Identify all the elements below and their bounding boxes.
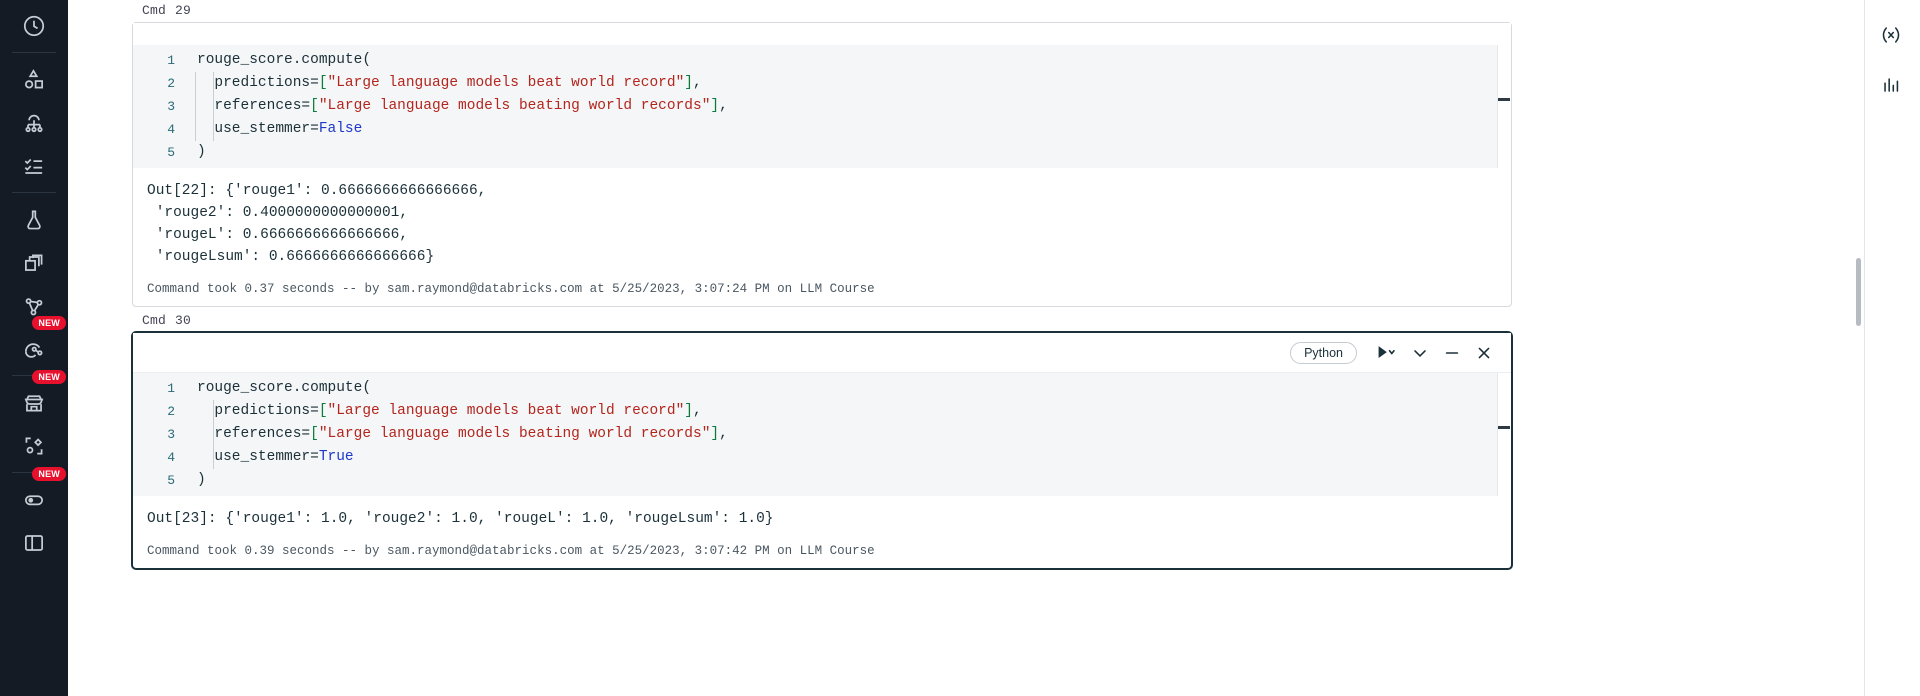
sidebar-item-recents[interactable] bbox=[0, 4, 68, 47]
collapse-cell-button[interactable] bbox=[1407, 341, 1433, 365]
checklist-icon bbox=[21, 153, 47, 179]
editor-scrollbar-30[interactable] bbox=[1497, 373, 1511, 496]
sidebar-item-experiments[interactable] bbox=[0, 198, 68, 241]
code-line: 2 predictions=["Large language models be… bbox=[133, 72, 1511, 95]
code-line: 2 predictions=["Large language models be… bbox=[133, 400, 1511, 423]
code-text: ) bbox=[197, 472, 206, 488]
cell-toolbar-placeholder-29 bbox=[133, 23, 1511, 45]
line-number: 2 bbox=[167, 404, 175, 419]
code-text: ) bbox=[197, 144, 206, 160]
code-text: predictions=["Large language models beat… bbox=[197, 75, 702, 91]
line-number: 3 bbox=[167, 427, 175, 442]
page-scroll-thumb[interactable] bbox=[1856, 258, 1861, 326]
sidebar-item-preview-toggle[interactable]: NEW bbox=[0, 467, 68, 521]
sidebar-item-partner-connect[interactable] bbox=[0, 424, 68, 467]
panel-icon bbox=[21, 530, 47, 556]
code-line: 4 use_stemmer=False bbox=[133, 118, 1511, 141]
sidebar-item-collapse[interactable] bbox=[0, 521, 68, 564]
clock-icon bbox=[21, 13, 47, 39]
cell-output-30: Out[23]: {'rouge1': 1.0, 'rouge2': 1.0, … bbox=[133, 496, 1511, 538]
code-line: 5 ) bbox=[133, 141, 1511, 164]
line-number: 2 bbox=[167, 76, 175, 91]
feature-store-icon bbox=[21, 336, 47, 362]
sidebar-item-catalog[interactable] bbox=[0, 58, 68, 101]
run-cell-button[interactable] bbox=[1369, 341, 1401, 365]
code-editor-30[interactable]: 1 rouge_score.compute( 2 predictions=["L… bbox=[133, 373, 1511, 496]
code-text: predictions=["Large language models beat… bbox=[197, 403, 702, 419]
storefront-icon bbox=[21, 390, 47, 416]
flask-icon bbox=[21, 207, 47, 233]
sidebar-item-marketplace[interactable]: NEW bbox=[0, 370, 68, 424]
editor-scrollbar-29[interactable] bbox=[1497, 45, 1511, 168]
cell-label-30: Cmd 30 bbox=[132, 310, 1512, 332]
code-editor-29[interactable]: 1 rouge_score.compute( 2 predictions=["L… bbox=[133, 45, 1511, 168]
notebook-scroll-area[interactable]: Cmd 29 1 rouge_score.compute(2 predicti… bbox=[68, 0, 1920, 696]
line-number: 4 bbox=[167, 122, 175, 137]
code-area-30[interactable]: 1 rouge_score.compute( 2 predictions=["L… bbox=[133, 377, 1511, 492]
notebook-cell-29[interactable]: Cmd 29 1 rouge_score.compute(2 predicti… bbox=[132, 0, 1512, 307]
notebook-cell-30[interactable]: Cmd 30 Python 1 rouge_score.compute(2 p… bbox=[132, 310, 1512, 569]
cell-status-29: Command took 0.37 seconds -- by sam.raym… bbox=[147, 282, 875, 296]
code-text: rouge_score.compute( bbox=[197, 52, 372, 68]
code-text: references=["Large language models beati… bbox=[197, 98, 728, 114]
code-line: 3 references=["Large language models bea… bbox=[133, 95, 1511, 118]
cell-output-29: Out[22]: {'rouge1': 0.6666666666666666, … bbox=[133, 168, 1511, 276]
editor-scroll-handle[interactable] bbox=[1498, 426, 1510, 429]
line-number: 1 bbox=[167, 381, 175, 396]
cell-label-text: Cmd bbox=[142, 313, 167, 328]
partner-connect-icon bbox=[21, 433, 47, 459]
close-cell-button[interactable] bbox=[1471, 341, 1497, 365]
new-badge: NEW bbox=[32, 370, 66, 384]
cell-label-29: Cmd 29 bbox=[132, 0, 1512, 22]
line-number: 4 bbox=[167, 450, 175, 465]
toggle-icon bbox=[21, 487, 47, 513]
minimize-cell-button[interactable] bbox=[1439, 341, 1465, 365]
cell-body-29[interactable]: 1 rouge_score.compute( 2 predictions=["L… bbox=[132, 22, 1512, 307]
sidebar-item-tasks[interactable] bbox=[0, 144, 68, 187]
sidebar-divider-2 bbox=[12, 192, 56, 193]
page-scrollbar[interactable] bbox=[1853, 0, 1863, 696]
cell-body-30[interactable]: Python 1 rouge_score.compute(2 predicti… bbox=[132, 332, 1512, 569]
variables-icon bbox=[1880, 24, 1906, 50]
databricks-notebook-app: NEW NEW NEW Cmd 29 1 rouge_score.compute… bbox=[0, 0, 1920, 696]
code-area-29[interactable]: 1 rouge_score.compute( 2 predictions=["L… bbox=[133, 49, 1511, 164]
code-text: use_stemmer=False bbox=[197, 121, 363, 137]
new-badge: NEW bbox=[32, 467, 66, 481]
sidebar-item-workflows[interactable] bbox=[0, 101, 68, 144]
left-sidebar: NEW NEW NEW bbox=[0, 0, 68, 696]
cell-toolbar-30: Python bbox=[133, 333, 1511, 373]
language-badge[interactable]: Python bbox=[1290, 341, 1357, 364]
cell-label-text: Cmd bbox=[142, 3, 167, 18]
code-line: 5 ) bbox=[133, 469, 1511, 492]
sidebar-divider bbox=[12, 52, 56, 53]
code-text: use_stemmer=True bbox=[197, 449, 354, 465]
code-text: rouge_score.compute( bbox=[197, 380, 372, 396]
code-line: 4 use_stemmer=True bbox=[133, 446, 1511, 469]
code-line: 1 rouge_score.compute( bbox=[133, 49, 1511, 72]
cell-status-30: Command took 0.39 seconds -- by sam.raym… bbox=[147, 544, 875, 558]
code-text: references=["Large language models beati… bbox=[197, 426, 728, 442]
sidebar-item-compute[interactable] bbox=[0, 241, 68, 284]
editor-scroll-handle[interactable] bbox=[1498, 98, 1510, 101]
sidebar-item-feature-store[interactable]: NEW bbox=[0, 316, 68, 370]
bar-chart-icon bbox=[1880, 74, 1906, 100]
data-profile-panel-button[interactable] bbox=[1865, 62, 1920, 112]
code-line: 3 references=["Large language models bea… bbox=[133, 423, 1511, 446]
line-number: 5 bbox=[167, 473, 175, 488]
stacked-squares-icon bbox=[21, 250, 47, 276]
graph-nodes-icon bbox=[21, 293, 47, 319]
line-number: 3 bbox=[167, 99, 175, 114]
variables-panel-button[interactable] bbox=[1865, 12, 1920, 62]
right-sidebar bbox=[1864, 0, 1920, 696]
line-number: 5 bbox=[167, 145, 175, 160]
line-number: 1 bbox=[167, 53, 175, 68]
cell-number: 30 bbox=[175, 313, 192, 328]
shapes-icon bbox=[21, 67, 47, 93]
workflow-icon bbox=[21, 110, 47, 136]
notebook-cells: Cmd 29 1 rouge_score.compute(2 predicti… bbox=[132, 0, 1512, 572]
cell-number: 29 bbox=[175, 3, 192, 18]
new-badge: NEW bbox=[32, 316, 66, 330]
code-line: 1 rouge_score.compute( bbox=[133, 377, 1511, 400]
